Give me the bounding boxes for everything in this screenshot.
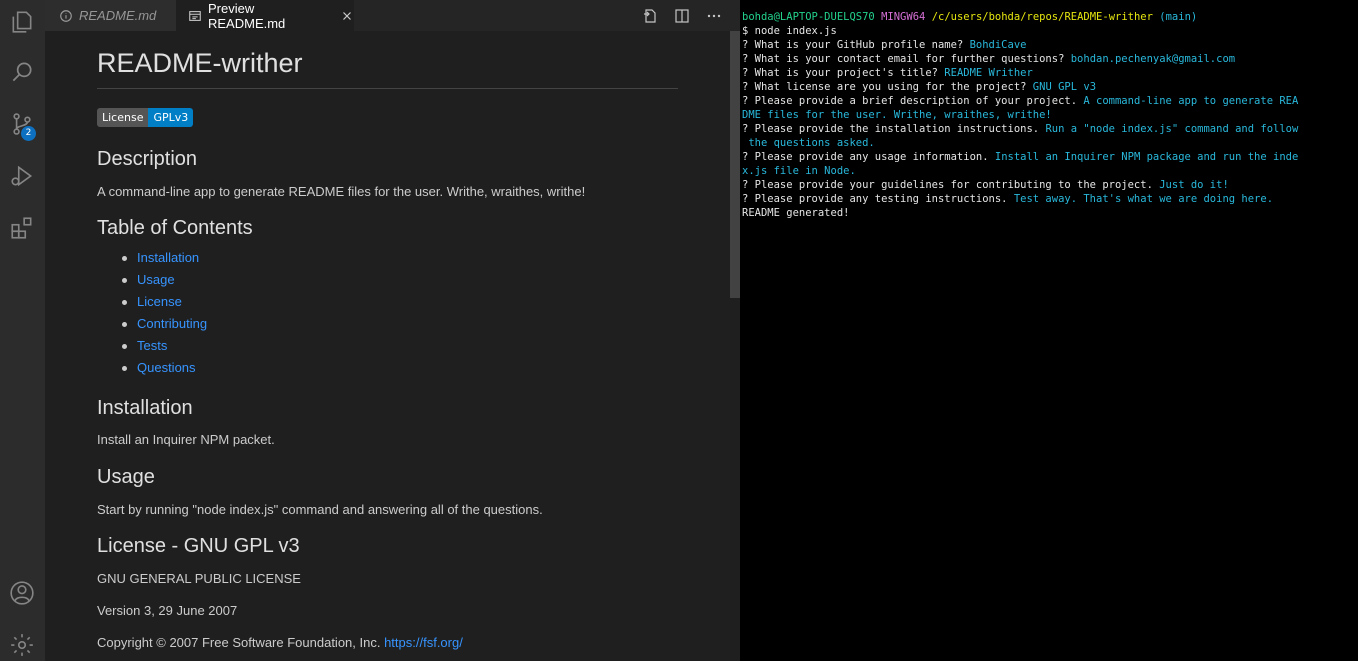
- prompt-path: /c/users/bohda/repos/README-writher: [931, 11, 1153, 23]
- table-of-contents: Installation Usage License Contributing …: [121, 250, 207, 382]
- preview-icon: [188, 9, 202, 23]
- settings-gear-icon[interactable]: [8, 631, 36, 659]
- license-line-1: GNU GENERAL PUBLIC LICENSE: [97, 571, 301, 586]
- split-editor-icon[interactable]: [672, 6, 692, 26]
- installation-text: Install an Inquirer NPM packet.: [97, 432, 275, 447]
- installation-heading: Installation: [97, 397, 193, 419]
- usage-text: Start by running "node index.js" command…: [97, 502, 543, 517]
- tab-readme-md[interactable]: README.md: [45, 0, 176, 31]
- copyright-line: Copyright © 2007 Free Software Foundatio…: [97, 635, 463, 650]
- tab-label: Preview README.md: [208, 0, 286, 31]
- license-badge-value: GPLv3: [148, 108, 194, 127]
- copyright-text: Copyright © 2007 Free Software Foundatio…: [97, 635, 385, 650]
- terminal-line: ? What license are you using for the pro…: [742, 81, 1097, 93]
- terminal-line: ? What is your GitHub profile name? Bohd…: [742, 39, 1027, 51]
- terminal-result: README generated!: [742, 207, 850, 219]
- tab-label: README.md: [79, 8, 157, 23]
- license-heading: License - GNU GPL v3: [97, 535, 300, 557]
- source-control-badge: 2: [21, 126, 36, 141]
- account-icon[interactable]: [8, 579, 36, 607]
- page-title: README-writher: [97, 48, 303, 78]
- terminal-prompt-line: bohda@LAPTOP-DUELQS70 MINGW64 /c/users/b…: [742, 10, 1358, 24]
- terminal-panel[interactable]: bohda@LAPTOP-DUELQS70 MINGW64 /c/users/b…: [740, 0, 1358, 661]
- terminal-line: ? Please provide the installation instru…: [742, 123, 1299, 135]
- info-icon: [59, 9, 73, 23]
- activity-bar: 2: [0, 0, 45, 661]
- prompt-branch: (main): [1159, 11, 1198, 23]
- run-debug-icon[interactable]: [8, 162, 36, 190]
- terminal-line: ? Please provide any testing instruction…: [742, 193, 1274, 205]
- terminal-line: ? What is your contact email for further…: [742, 53, 1236, 65]
- license-badge: License GPLv3: [97, 108, 194, 127]
- terminal-line: ? What is your project's title? README W…: [742, 67, 1033, 79]
- toc-link-license[interactable]: License: [121, 294, 207, 316]
- title-divider: [97, 88, 678, 89]
- license-badge-label: License: [97, 108, 149, 127]
- description-text: A command-line app to generate README fi…: [97, 184, 586, 199]
- terminal-line: ? Please provide any usage information. …: [742, 151, 1299, 163]
- preview-scrollbar[interactable]: [730, 31, 740, 298]
- terminal-line: the questions asked.: [742, 137, 875, 149]
- description-heading: Description: [97, 148, 198, 170]
- toc-link-tests[interactable]: Tests: [121, 338, 207, 360]
- close-icon[interactable]: [340, 9, 354, 23]
- more-actions-icon[interactable]: [704, 6, 724, 26]
- toc-heading: Table of Contents: [97, 217, 253, 239]
- tab-preview-readme-md[interactable]: Preview README.md: [176, 0, 354, 31]
- prompt-user: bohda@LAPTOP-DUELQS70: [742, 11, 875, 23]
- search-icon[interactable]: [8, 58, 36, 86]
- toc-link-usage[interactable]: Usage: [121, 272, 207, 294]
- tab-bar: README.md Preview README.md: [45, 0, 740, 31]
- terminal-line: ? Please provide a brief description of …: [742, 95, 1299, 107]
- terminal-line: x.js file in Node.: [742, 165, 856, 177]
- prompt-env: MINGW64: [881, 11, 926, 23]
- toc-link-questions[interactable]: Questions: [121, 360, 207, 382]
- extensions-icon[interactable]: [8, 214, 36, 242]
- markdown-preview: README-writher License GPLv3 Description…: [97, 31, 687, 661]
- terminal-line: ? Please provide your guidelines for con…: [742, 179, 1229, 191]
- toc-link-installation[interactable]: Installation: [121, 250, 207, 272]
- license-line-2: Version 3, 29 June 2007: [97, 603, 238, 618]
- usage-heading: Usage: [97, 466, 155, 488]
- toc-link-contributing[interactable]: Contributing: [121, 316, 207, 338]
- terminal-line: DME files for the user. Writhe, wraithes…: [742, 109, 1052, 121]
- explorer-icon[interactable]: [8, 8, 36, 36]
- fsf-link[interactable]: https://fsf.org/: [384, 635, 463, 650]
- editor-actions: [640, 6, 724, 26]
- editor-area: README.md Preview README.md README-writh…: [45, 0, 740, 661]
- terminal-command: $ node index.js: [742, 25, 837, 37]
- open-source-icon[interactable]: [640, 6, 660, 26]
